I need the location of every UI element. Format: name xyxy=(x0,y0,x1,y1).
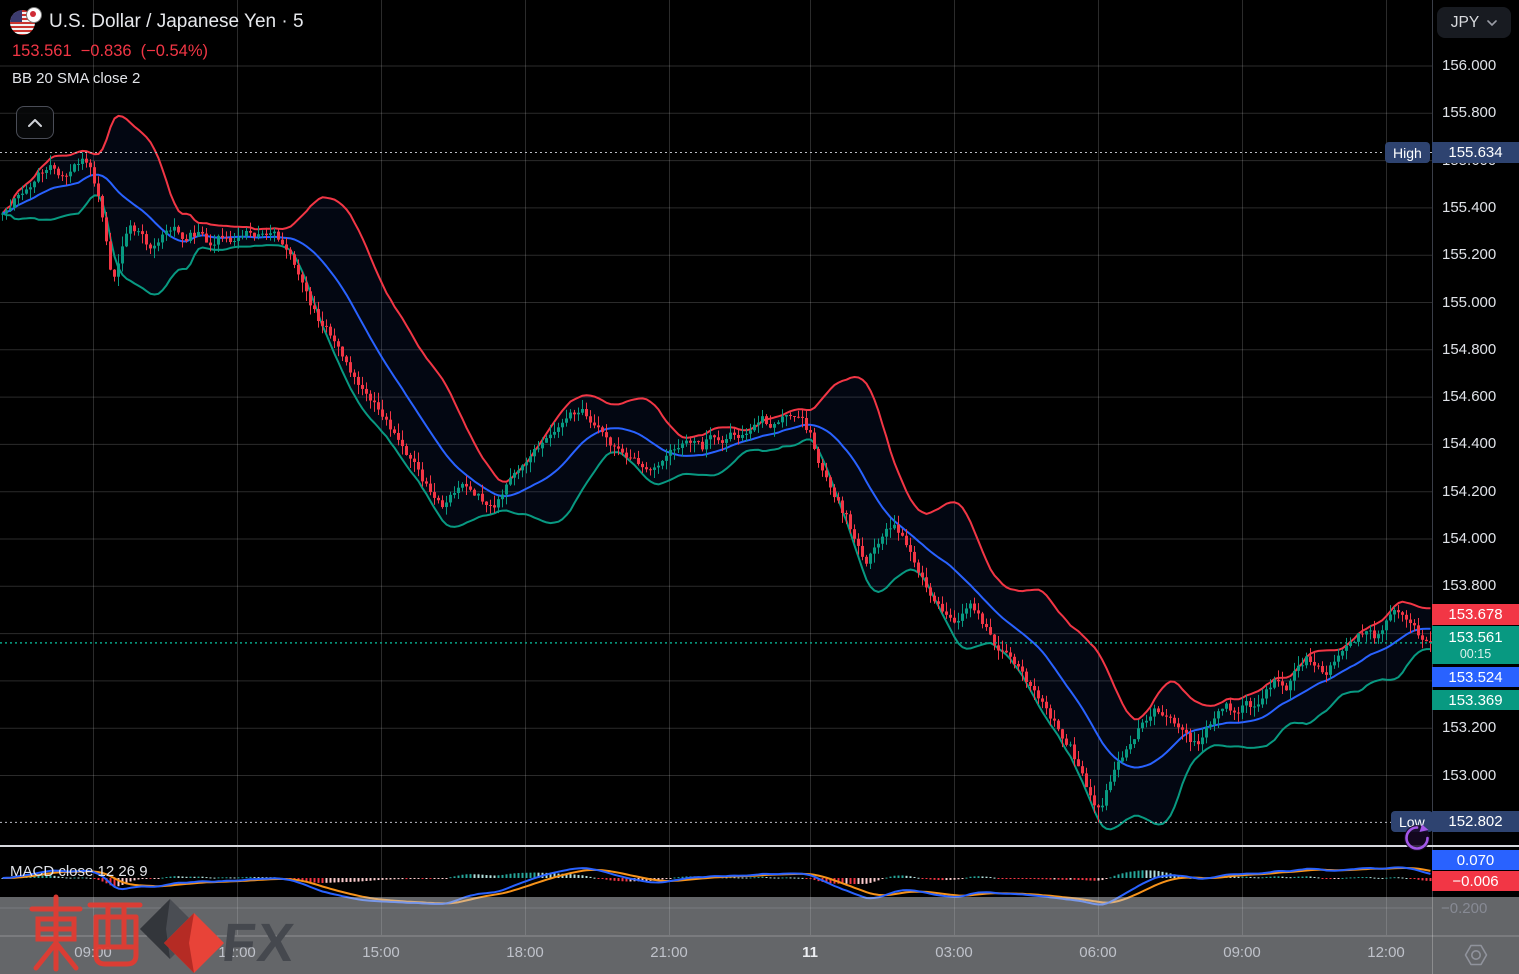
chevron-up-icon xyxy=(28,119,42,127)
price-tick: 154.600 xyxy=(1442,389,1496,405)
price-tick: 154.000 xyxy=(1442,531,1496,547)
price-tick: 154.200 xyxy=(1442,484,1496,500)
price-tick: 155.400 xyxy=(1442,200,1496,216)
price-tick: 155.800 xyxy=(1442,105,1496,121)
pane-separator-handle[interactable] xyxy=(0,845,1519,847)
high-label-pill: High xyxy=(1385,142,1430,163)
high-label: High xyxy=(1393,145,1422,161)
bb-lower-badge: 153.369 xyxy=(1432,690,1519,710)
chevron-down-icon xyxy=(1487,20,1497,26)
low-value: 152.802 xyxy=(1448,813,1502,830)
bar-countdown: 00:15 xyxy=(1460,647,1491,661)
price-chart-canvas[interactable] xyxy=(0,0,1519,974)
price-tick: 153.800 xyxy=(1442,578,1496,594)
macd-hist-value: −0.006 xyxy=(1452,873,1498,890)
replay-icon[interactable] xyxy=(1402,823,1432,858)
trading-chart-app: 156.000155.800155.600155.400155.200155.0… xyxy=(0,0,1519,974)
bb-basis-value: 153.524 xyxy=(1448,669,1502,686)
price-tick: 155.000 xyxy=(1442,295,1496,311)
macd-hist-badge: −0.006 xyxy=(1432,871,1519,891)
collapse-legend-button[interactable] xyxy=(16,106,54,139)
price-tick: 153.200 xyxy=(1442,720,1496,736)
macd-value-badge: 0.070 xyxy=(1432,850,1519,870)
price-axis[interactable]: 156.000155.800155.600155.400155.200155.0… xyxy=(1432,0,1519,897)
currency-label: JPY xyxy=(1451,14,1479,32)
currency-dropdown[interactable]: JPY xyxy=(1437,7,1511,38)
high-value-badge: 155.634 xyxy=(1432,142,1519,163)
macd-indicator-label[interactable]: MACD close 12 26 9 xyxy=(10,863,148,880)
bb-lower-value: 153.369 xyxy=(1448,692,1502,709)
bb-upper-badge: 153.678 xyxy=(1432,604,1519,625)
macd-axis-tick: −0.200 xyxy=(1441,900,1487,917)
usdjpy-pair-flag-icon xyxy=(10,8,41,35)
price-tick: 154.400 xyxy=(1442,436,1496,452)
last-price-badge: 153.561 00:15 xyxy=(1432,626,1519,664)
last-price-value: 153.561 xyxy=(1448,629,1502,646)
bb-upper-value: 153.678 xyxy=(1448,606,1502,623)
gear-icon[interactable] xyxy=(1464,943,1488,972)
price-tick: 156.000 xyxy=(1442,58,1496,74)
price-tick: 153.000 xyxy=(1442,768,1496,784)
macd-value: 0.070 xyxy=(1457,852,1495,869)
low-value-badge: 152.802 xyxy=(1432,811,1519,832)
price-tick: 155.200 xyxy=(1442,247,1496,263)
japan-flag-icon xyxy=(26,7,42,23)
price-tick: 154.800 xyxy=(1442,342,1496,358)
high-value: 155.634 xyxy=(1448,144,1502,161)
bb-basis-badge: 153.524 xyxy=(1432,667,1519,687)
